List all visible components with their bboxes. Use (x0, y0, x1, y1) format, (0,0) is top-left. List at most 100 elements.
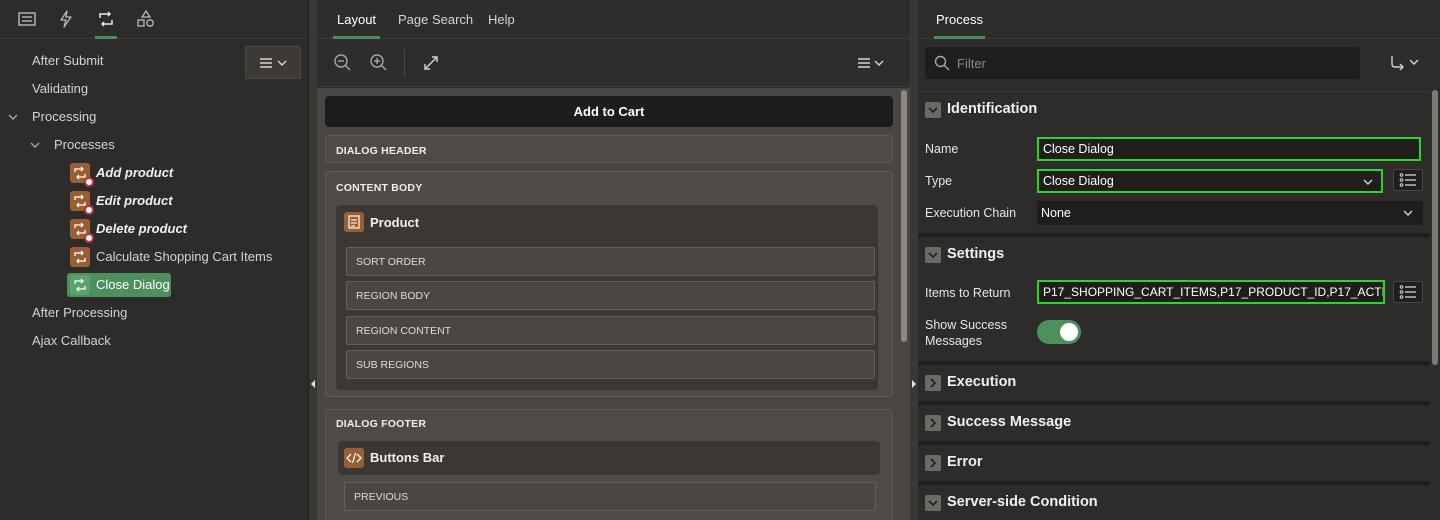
execution-chain-value: None (1041, 206, 1071, 220)
go-to-group-icon (1391, 56, 1419, 71)
list-icon (1399, 285, 1416, 299)
name-label: Name (925, 142, 959, 156)
tree-process-item[interactable]: Edit product (96, 189, 173, 213)
items-to-return-label: Items to Return (925, 286, 1011, 300)
region-content-slot[interactable]: REGION CONTENT (346, 316, 875, 345)
process-icon (70, 247, 90, 267)
layout-canvas: Add to Cart DIALOG HEADER CONTENT BODY P… (317, 88, 910, 520)
shared-components-icon (137, 10, 154, 27)
region-label: CONTENT BODY (336, 182, 423, 194)
chevron-down-icon[interactable] (29, 139, 41, 151)
tree-ajax-callback[interactable]: Ajax Callback (32, 329, 111, 353)
go-to-group-button[interactable] (1386, 52, 1430, 74)
filter-input[interactable] (957, 55, 1337, 71)
layout-pane: Layout Page Search Help Add to Cart DIAL… (317, 0, 910, 520)
section-server-side-condition[interactable]: Server-side Condition (918, 481, 1430, 517)
section-title: Settings (947, 246, 1005, 262)
layout-toolbar (317, 39, 910, 87)
section-title: Server-side Condition (947, 494, 1098, 510)
menu-icon (858, 58, 870, 68)
dialog-header-region[interactable]: DIALOG HEADER (325, 135, 893, 163)
process-icon (70, 163, 94, 187)
execution-chain-select[interactable]: None (1037, 201, 1423, 225)
previous-slot[interactable]: PREVIOUS (344, 482, 876, 511)
error-badge-icon (84, 205, 94, 215)
collapse-right-icon[interactable] (912, 380, 916, 388)
static-content-icon (344, 212, 364, 232)
sub-regions-slot[interactable]: SUB REGIONS (346, 350, 875, 379)
zoom-out-icon[interactable] (333, 53, 353, 73)
type-select[interactable]: Close Dialog (1037, 169, 1383, 193)
tab-page-search[interactable]: Page Search (398, 0, 473, 39)
add-to-cart-button[interactable]: Add to Cart (325, 96, 893, 127)
toolbar-divider (404, 49, 405, 77)
chevron-right-icon[interactable] (925, 375, 941, 391)
section-error[interactable]: Error (918, 441, 1430, 477)
tab-rendering[interactable] (16, 8, 38, 30)
tree-menu-button[interactable] (245, 46, 301, 79)
items-to-return-field[interactable]: P17_SHOPPING_CART_ITEMS,P17_PRODUCT_ID,P… (1037, 280, 1385, 304)
chevron-down-icon (1403, 210, 1413, 216)
show-success-label: Show Success Messages (925, 318, 1007, 348)
expand-icon[interactable] (421, 53, 441, 73)
buttons-bar-region[interactable]: Buttons Bar (338, 441, 880, 475)
dialog-footer-region[interactable]: DIALOG FOOTER Buttons Bar PREVIOUS (325, 409, 893, 520)
tab-processing[interactable] (95, 8, 117, 39)
execution-chain-label: Execution Chain (925, 206, 1017, 220)
chevron-down-icon[interactable] (925, 102, 941, 118)
code-icon (344, 448, 364, 468)
tab-shared-components[interactable] (135, 8, 157, 30)
items-list-button[interactable] (1393, 281, 1423, 303)
region-label: DIALOG FOOTER (336, 418, 427, 430)
layout-menu-button[interactable] (857, 53, 889, 73)
show-success-toggle[interactable] (1037, 320, 1081, 344)
tree-processes[interactable]: Processes (54, 133, 115, 157)
collapse-left-icon[interactable] (311, 380, 315, 388)
layout-tabs: Layout Page Search Help (317, 0, 910, 39)
tree-process-item[interactable]: Add product (96, 161, 173, 185)
search-icon (934, 55, 950, 71)
name-field[interactable]: Close Dialog (1037, 137, 1421, 161)
tab-layout[interactable]: Layout (332, 0, 381, 39)
section-settings[interactable]: Settings (918, 233, 1430, 269)
chevron-down-icon[interactable] (7, 111, 19, 123)
type-value: Close Dialog (1043, 174, 1114, 188)
tab-process[interactable]: Process (934, 0, 985, 39)
tree-after-submit[interactable]: After Submit (32, 49, 104, 73)
section-execution[interactable]: Execution (918, 361, 1430, 397)
tree-process-item[interactable]: Calculate Shopping Cart Items (96, 245, 272, 269)
region-body-slot[interactable]: REGION BODY (346, 281, 875, 310)
processing-icon (99, 11, 113, 27)
tree-validating[interactable]: Validating (32, 77, 88, 101)
page-designer: After Submit Validating Processing Proce… (0, 0, 1440, 520)
content-body-region[interactable]: CONTENT BODY Product SORT ORDER REGION B… (325, 171, 893, 397)
error-badge-icon (84, 233, 94, 243)
chevron-down-icon[interactable] (925, 495, 941, 511)
toggle-knob (1060, 323, 1078, 341)
zoom-in-icon[interactable] (369, 53, 389, 73)
rendering-tree-icon (18, 12, 36, 26)
tab-dynamic-actions[interactable] (55, 8, 77, 30)
type-list-button[interactable] (1393, 169, 1423, 191)
property-scrollbar[interactable] (1432, 90, 1438, 365)
tree-process-item[interactable]: Delete product (96, 217, 187, 241)
section-success-message[interactable]: Success Message (918, 401, 1430, 437)
section-title: Execution (947, 374, 1017, 390)
chevron-right-icon[interactable] (925, 415, 941, 431)
dynamic-actions-icon (60, 10, 72, 28)
section-identification[interactable]: Identification (918, 91, 1430, 127)
right-splitter[interactable] (910, 0, 918, 520)
sort-order-slot[interactable]: SORT ORDER (346, 247, 875, 276)
tree-processing[interactable]: Processing (32, 105, 96, 129)
chevron-right-icon[interactable] (925, 455, 941, 471)
left-splitter[interactable] (309, 0, 317, 520)
chevron-down-icon (1363, 179, 1373, 185)
chevron-down-icon[interactable] (925, 247, 941, 263)
menu-icon (260, 57, 272, 68)
tree-process-item-selected[interactable]: Close Dialog (96, 273, 170, 297)
canvas-scrollbar[interactable] (901, 90, 907, 342)
tab-help[interactable]: Help (488, 0, 515, 39)
section-title: Identification (947, 101, 1038, 117)
left-pane: After Submit Validating Processing Proce… (0, 0, 309, 520)
tree-after-processing[interactable]: After Processing (32, 301, 127, 325)
